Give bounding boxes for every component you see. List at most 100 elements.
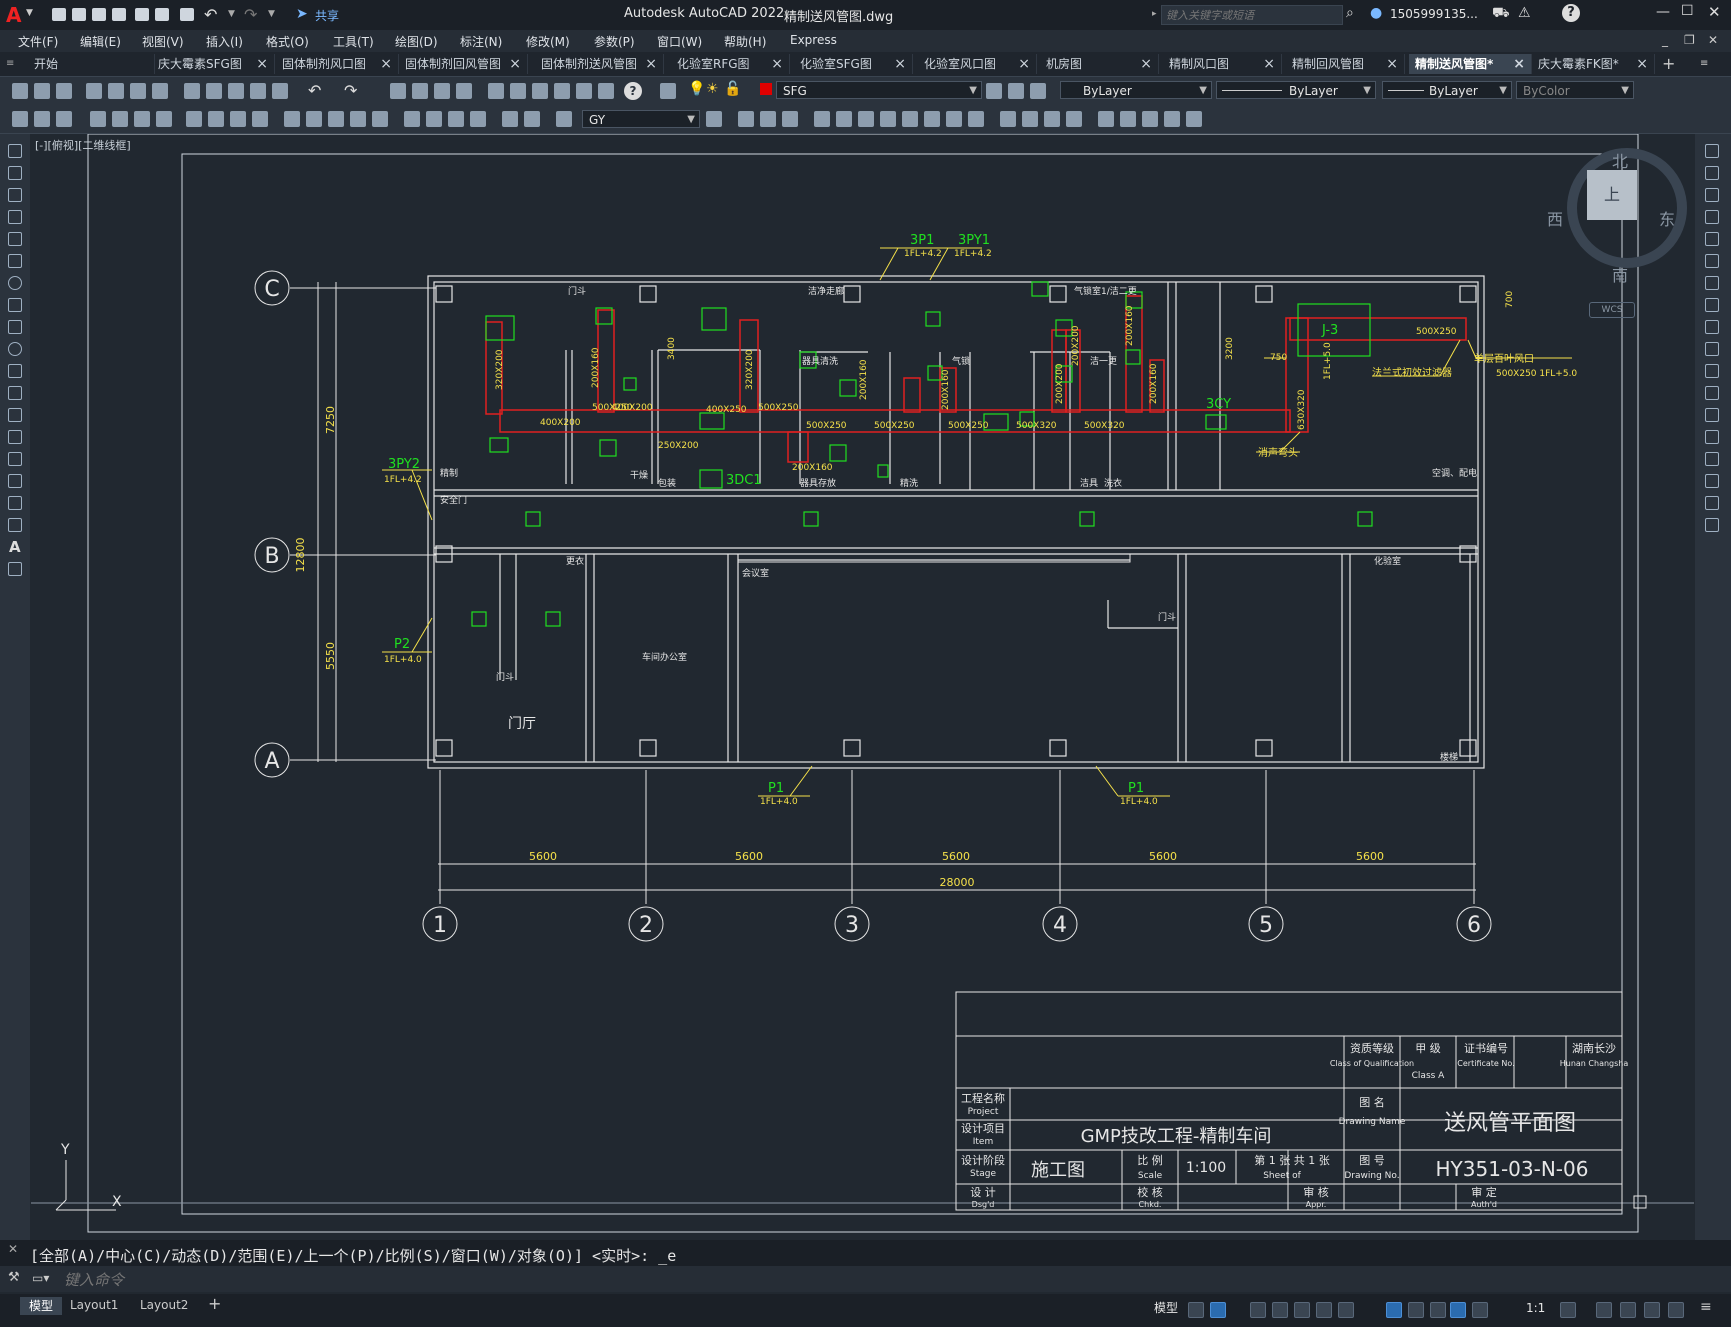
undo-icon[interactable]: ↶	[308, 81, 321, 100]
break-icon[interactable]	[1705, 408, 1719, 422]
cut-icon[interactable]	[184, 83, 200, 99]
break-at-point-icon[interactable]	[1705, 386, 1719, 400]
menu-format[interactable]: 格式(O)	[266, 33, 309, 50]
properties-icon[interactable]	[488, 83, 504, 99]
circle-icon[interactable]	[8, 276, 22, 290]
annotation-scale[interactable]: 1:1	[1526, 1301, 1545, 1315]
dimension-edit-icon[interactable]	[502, 111, 518, 127]
menu-help[interactable]: 帮助(H)	[724, 33, 766, 50]
plot-preview-icon[interactable]	[108, 83, 124, 99]
model-space-toggle[interactable]: 模型	[1154, 1299, 1178, 1316]
paste-icon[interactable]	[228, 83, 244, 99]
match-properties-icon[interactable]	[250, 83, 266, 99]
customize-status-icon[interactable]: ≡	[1700, 1299, 1712, 1315]
trim-icon[interactable]	[1705, 342, 1719, 356]
clean-screen-icon[interactable]	[1668, 1302, 1684, 1318]
inspection-icon[interactable]	[448, 111, 464, 127]
customize-icon[interactable]: ⚒	[8, 1270, 20, 1285]
block-editor-icon[interactable]	[272, 83, 288, 99]
tab-active-document[interactable]: 精制送风管图* ×	[1409, 54, 1532, 74]
app-menu-dropdown-icon[interactable]: ▼	[26, 8, 33, 18]
user-name[interactable]: 1505999135...	[1390, 7, 1478, 21]
tab-document[interactable]: 机房图 ×	[1040, 54, 1159, 74]
revision-cloud-icon[interactable]	[8, 298, 22, 312]
snap-icon[interactable]	[1210, 1302, 1226, 1318]
tab-close-icon[interactable]: ×	[1386, 54, 1398, 74]
make-current-layer-icon[interactable]	[986, 83, 1002, 99]
layout-tab-1[interactable]: Layout1	[70, 1298, 118, 1312]
tab-close-icon[interactable]: ×	[1636, 54, 1648, 74]
annotation-monitor-icon[interactable]	[1596, 1302, 1612, 1318]
rectangle-icon[interactable]	[8, 232, 22, 246]
isometric-icon[interactable]	[1338, 1302, 1354, 1318]
modify-icon[interactable]	[924, 111, 940, 127]
undo-dropdown-icon[interactable]: ▼	[228, 9, 235, 19]
make-block-icon[interactable]	[8, 408, 22, 422]
drawing-canvas[interactable]: [-][俯视][二维线框] C B A 1 2 3 4 5 6 5600 560…	[31, 134, 1694, 1240]
search-icon[interactable]: ⌕	[1346, 5, 1354, 21]
dimension-style-icon[interactable]	[706, 111, 722, 127]
tab-document[interactable]: 化验室SFG图 ×	[794, 54, 913, 74]
redo-icon[interactable]: ↷	[244, 5, 257, 24]
layer-dropdown[interactable]: SFG ▼	[776, 81, 982, 99]
undo-icon[interactable]: ↶	[204, 5, 217, 24]
tool-icon[interactable]	[34, 111, 50, 127]
object-snap-tracking-icon[interactable]	[1386, 1302, 1402, 1318]
spline-icon[interactable]	[8, 320, 22, 334]
quick-dimension-icon[interactable]	[284, 111, 300, 127]
save-as-icon[interactable]	[112, 8, 126, 21]
layout-tab-2[interactable]: Layout2	[140, 1298, 188, 1312]
transparency-icon[interactable]	[1450, 1302, 1466, 1318]
extend-icon[interactable]	[1705, 364, 1719, 378]
new-icon[interactable]	[52, 8, 66, 21]
layer-unlock-icon[interactable]: 🔓	[724, 81, 741, 97]
viewcube-west[interactable]: 西	[1547, 206, 1563, 230]
ordinate-dimension-icon[interactable]	[156, 111, 172, 127]
tab-close-icon[interactable]: ×	[1018, 54, 1030, 74]
tab-list-icon[interactable]: ≡	[1700, 58, 1708, 69]
construction-line-icon[interactable]	[8, 166, 22, 180]
move-icon[interactable]	[1705, 254, 1719, 268]
autocad-logo-icon[interactable]: A	[6, 4, 28, 26]
menu-insert[interactable]: 插入(I)	[206, 33, 243, 50]
units-icon[interactable]	[1620, 1302, 1636, 1318]
save-icon[interactable]	[92, 8, 106, 21]
text-style-dropdown[interactable]: GY ▼	[582, 110, 700, 128]
dynamic-input-icon[interactable]	[1272, 1302, 1288, 1318]
baseline-dimension-icon[interactable]	[306, 111, 322, 127]
modify-icon[interactable]	[836, 111, 852, 127]
ortho-icon[interactable]	[1294, 1302, 1310, 1318]
minimize-icon[interactable]: —	[1656, 4, 1670, 20]
menu-view[interactable]: 视图(V)	[142, 33, 184, 50]
layer-previous-icon[interactable]	[1008, 83, 1024, 99]
blend-curves-icon[interactable]	[1705, 496, 1719, 510]
modify-icon[interactable]	[1022, 111, 1038, 127]
pan-icon[interactable]	[390, 83, 406, 99]
open-icon[interactable]	[72, 8, 86, 21]
grid-icon[interactable]	[1188, 1302, 1204, 1318]
close-icon[interactable]: ✕	[8, 1242, 18, 1256]
modify-icon[interactable]	[1186, 111, 1202, 127]
design-center-icon[interactable]	[510, 83, 526, 99]
menu-file[interactable]: 文件(F)	[18, 33, 58, 50]
tab-close-icon[interactable]: ×	[1263, 54, 1275, 74]
cart-icon[interactable]: ⛟	[1492, 5, 1510, 23]
copy-icon[interactable]	[206, 83, 222, 99]
markup-icon[interactable]	[576, 83, 592, 99]
zoom-window-icon[interactable]	[434, 83, 450, 99]
arc-icon[interactable]	[8, 254, 22, 268]
new-icon[interactable]	[12, 83, 28, 99]
multiline-text-icon[interactable]: A	[9, 538, 21, 556]
new-tab-icon[interactable]: +	[1662, 54, 1675, 73]
tab-close-icon[interactable]: ×	[894, 54, 906, 74]
aligned-dimension-icon[interactable]	[112, 111, 128, 127]
tolerance-icon[interactable]	[404, 111, 420, 127]
dimension-break-icon[interactable]	[372, 111, 388, 127]
tab-close-icon[interactable]: ×	[1140, 54, 1152, 74]
menu-dimension[interactable]: 标注(N)	[460, 33, 502, 50]
gradient-icon[interactable]	[8, 474, 22, 488]
3d-print-icon[interactable]	[152, 83, 168, 99]
plot-icon[interactable]	[86, 83, 102, 99]
zoom-realtime-icon[interactable]	[412, 83, 428, 99]
tab-document[interactable]: 固体制剂送风管图 ×	[535, 54, 664, 74]
